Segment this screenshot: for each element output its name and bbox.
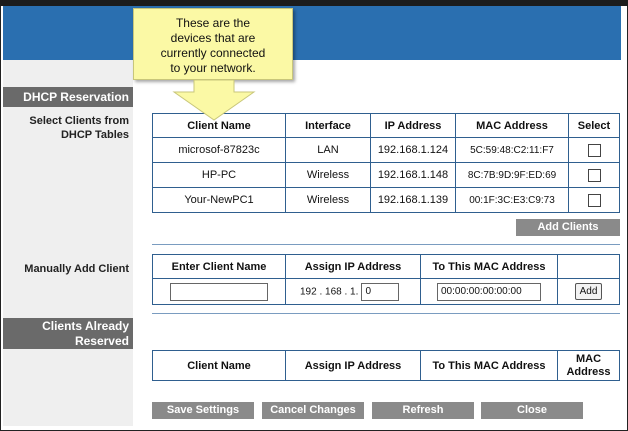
dhcp-reservation-title: DHCP Reservation <box>23 90 129 104</box>
mac-cell: 5C:59:48:C2:11:F7 <box>455 137 569 163</box>
col-add <box>557 254 620 279</box>
col-mac-address: MAC Address <box>455 113 569 138</box>
ip-cell: 192.168.1.139 <box>370 187 456 213</box>
separator <box>152 244 620 245</box>
ip-cell: 192.168.1.148 <box>370 162 456 188</box>
table-row: 192 . 168 . 1. 0 00:00:00:00:00:00 Add <box>152 278 620 305</box>
clients-reserved-header: Clients Already Reserved <box>3 318 133 349</box>
mac-cell: 00:1F:3C:E3:C9:73 <box>455 187 569 213</box>
select-checkbox[interactable] <box>587 168 601 182</box>
cancel-changes-button[interactable]: Cancel Changes <box>262 402 364 419</box>
col-mac-address: MAC Address <box>557 350 620 381</box>
mac-cell: 8C:7B:9D:9F:ED:69 <box>455 162 569 188</box>
col-assign-ip: Assign IP Address <box>285 350 421 381</box>
col-enter-client-name: Enter Client Name <box>152 254 286 279</box>
col-interface: Interface <box>285 113 371 138</box>
client-name-cell: microsof-87823c <box>152 137 286 163</box>
select-checkbox[interactable] <box>587 193 601 207</box>
interface-cell: Wireless <box>285 162 371 188</box>
table-row: Your-NewPC1 Wireless 192.168.1.139 00:1F… <box>152 187 620 213</box>
col-client-name: Client Name <box>152 350 286 381</box>
mac-address-input[interactable]: 00:00:00:00:00:00 <box>437 282 541 301</box>
select-cell <box>568 187 620 213</box>
interface-cell: Wireless <box>285 187 371 213</box>
tooltip-callout: These are the devices that are currently… <box>133 8 293 80</box>
dhcp-clients-table: Client Name Interface IP Address MAC Add… <box>152 113 620 213</box>
select-cell <box>568 162 620 188</box>
select-clients-label: Select Clients from DHCP Tables <box>29 115 129 141</box>
client-name-cell: HP-PC <box>152 162 286 188</box>
col-assign-ip: Assign IP Address <box>285 254 421 279</box>
select-cell <box>568 137 620 163</box>
save-settings-button[interactable]: Save Settings <box>152 402 254 419</box>
manually-add-client-label: Manually Add Client <box>24 263 129 275</box>
ip-input-cell: 192 . 168 . 1. 0 <box>285 278 421 305</box>
table-row: HP-PC Wireless 192.168.1.148 8C:7B:9D:9F… <box>152 162 620 188</box>
manual-add-table: Enter Client Name Assign IP Address To T… <box>152 254 620 305</box>
col-select: Select <box>568 113 620 138</box>
client-name-cell: Your-NewPC1 <box>152 187 286 213</box>
dhcp-reservation-header: DHCP Reservation <box>3 87 133 107</box>
select-checkbox[interactable] <box>587 143 601 157</box>
add-clients-button[interactable]: Add Clients <box>516 219 620 236</box>
refresh-button[interactable]: Refresh <box>372 402 474 419</box>
ip-cell: 192.168.1.124 <box>370 137 456 163</box>
col-ip-address: IP Address <box>370 113 456 138</box>
client-name-input[interactable] <box>170 282 268 301</box>
col-to-mac: To This MAC Address <box>420 254 558 279</box>
table-header-row: Enter Client Name Assign IP Address To T… <box>152 254 620 279</box>
interface-cell: LAN <box>285 137 371 163</box>
table-row: microsof-87823c LAN 192.168.1.124 5C:59:… <box>152 137 620 163</box>
reserved-clients-table: Client Name Assign IP Address To This MA… <box>152 350 620 381</box>
close-button[interactable]: Close <box>481 402 583 419</box>
col-to-mac: To This MAC Address <box>420 350 558 381</box>
separator <box>152 313 620 314</box>
mac-input-cell: 00:00:00:00:00:00 <box>420 278 558 305</box>
table-header-row: Client Name Assign IP Address To This MA… <box>152 350 620 381</box>
down-arrow-icon <box>172 80 256 121</box>
client-name-input-cell <box>152 278 286 305</box>
header-banner <box>3 6 621 60</box>
add-button[interactable]: Add <box>574 283 603 300</box>
ip-prefix: 192 . 168 . 1. <box>300 286 359 297</box>
ip-last-octet-input[interactable]: 0 <box>361 282 400 301</box>
add-button-cell: Add <box>557 278 620 305</box>
